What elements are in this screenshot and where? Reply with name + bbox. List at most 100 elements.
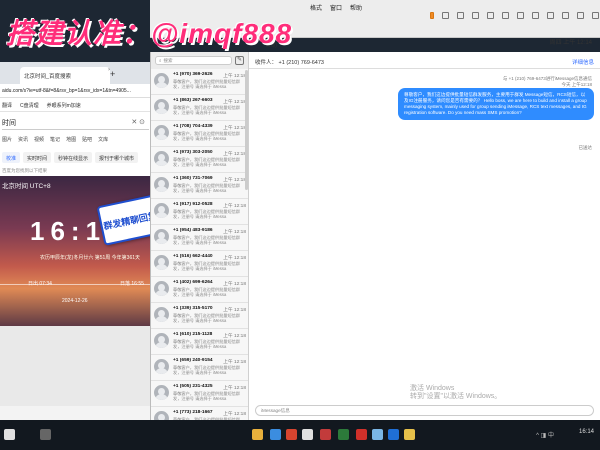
time-card-date: 2024-12-26 (62, 298, 88, 304)
app-icon[interactable] (320, 429, 331, 440)
message-bubble[interactable]: 尊敬客户，我们这边提供批量短信群发服务，主要用于群发 Message短信，RCS… (398, 88, 594, 121)
conversation-item[interactable]: +1 (954) 483-9186 上午 12:18 尊敬客户，我们这边提供批量短信… (151, 225, 248, 251)
app-icon[interactable] (388, 429, 399, 440)
toolbar-icon[interactable] (502, 12, 509, 19)
toolbar-icon[interactable] (487, 12, 494, 19)
conversation-number: +1 (402) 699-6264 (173, 280, 213, 285)
bookmark-item[interactable]: 翻译 (2, 102, 12, 109)
conversation-item[interactable]: +1 (360) 731-7069 上午 12:18 尊敬客户，我们这边提供批量短信… (151, 173, 248, 199)
conversation-number: +1 (973) 303-2050 (173, 150, 213, 155)
toolbar-icon[interactable] (517, 12, 524, 19)
toolbar-icon[interactable] (472, 12, 479, 19)
conversation-body: +1 (863) 267-6603 上午 12:18 尊敬客户，我们这边提供批量短信… (173, 98, 246, 120)
app-icon[interactable] (286, 429, 297, 440)
conversation-body: +1 (516) 662-4440 上午 12:18 尊敬客户，我们这边提供批量短信… (173, 254, 246, 276)
conversation-item[interactable]: +1 (339) 315-5170 上午 12:18 尊敬客户，我们这边提供批量短信… (151, 303, 248, 329)
folder-icon[interactable] (252, 429, 263, 440)
start-icon[interactable] (4, 429, 15, 440)
search-input[interactable]: ⌕ 搜索 (155, 56, 232, 65)
search-clear-icon[interactable]: ✕ ⊙ (131, 118, 145, 126)
sunrise-time: 日出 07:34 (28, 281, 52, 287)
message-input[interactable]: iMessage信息 (255, 405, 594, 416)
conversation-item[interactable]: +1 (973) 303-2050 上午 12:18 尊敬客户，我们这边提供批量短信… (151, 147, 248, 173)
conversation-item[interactable]: +1 (863) 267-6603 上午 12:18 尊敬客户，我们这边提供批量短信… (151, 95, 248, 121)
chat-pane: 收件人： +1 (210) 769-6473 详细信息 与 +1 (210) 7… (249, 52, 600, 420)
filter-news[interactable]: 资讯 (18, 136, 28, 146)
taskbar-clock[interactable]: 16:14 (579, 429, 594, 435)
watermark-text: 搭建认准：@imqf888 (6, 18, 293, 49)
conversation-number: +1 (917) 912-0528 (173, 202, 213, 207)
bookmark-item[interactable]: C盘清理 (20, 102, 39, 109)
conversation-top: +1 (863) 267-6603 上午 12:18 (173, 98, 246, 105)
toolbar-icon[interactable] (547, 12, 554, 19)
details-button[interactable]: 详细信息 (572, 58, 594, 66)
status-clock[interactable]: 周四 上午 12:14 (550, 37, 592, 46)
app-icon[interactable] (270, 429, 281, 440)
conversation-preview: 尊敬客户，我们这边提供批量短信群发，注册号 请选择于 iMessa (173, 209, 241, 220)
menu-item-window[interactable]: 窗口 (330, 3, 342, 12)
chip-city[interactable]: 报刊于哪个城市 (95, 152, 139, 163)
system-tray[interactable]: ^ ◨ 中 (536, 430, 554, 439)
app-icon[interactable] (356, 429, 367, 440)
filter-wenku[interactable]: 文库 (98, 136, 108, 146)
conversation-top: +1 (659) 240-9154 上午 12:18 (173, 358, 246, 365)
new-tab-button[interactable]: + (110, 69, 115, 79)
address-bar[interactable]: aidu.com/s?ie=utf-8&f=8&rsv_bp=1&rsv_idx… (0, 84, 151, 98)
search-input[interactable]: 时间 (2, 118, 149, 130)
conversation-item[interactable]: +1 (659) 240-9154 上午 12:18 尊敬客户，我们这边提供批量短信… (151, 355, 248, 381)
bookmark-item[interactable]: 养眼系列m加速 (47, 102, 81, 109)
search-icon: ⌕ (159, 58, 162, 63)
conversation-body: +1 (339) 315-5170 上午 12:18 尊敬客户，我们这边提供批量短信… (173, 306, 246, 328)
compose-icon[interactable]: ✎ (235, 56, 244, 65)
bookmarks-bar: 翻译 C盘清理 养眼系列m加速 (0, 98, 151, 112)
conversation-item[interactable]: +1 (708) 704-4339 上午 12:18 尊敬客户，我们这边提供批量短信… (151, 121, 248, 147)
app-icon[interactable] (372, 429, 383, 440)
chip-calibrate[interactable]: 校准 (2, 152, 21, 163)
conversation-item[interactable]: +1 (970) 369-2626 上午 12:18 尊敬客户，我们这边提供批量短信… (151, 69, 248, 95)
filter-images[interactable]: 图片 (2, 136, 12, 146)
conversation-top: +1 (973) 303-2050 上午 12:18 (173, 150, 246, 157)
conversation-body: +1 (917) 912-0528 上午 12:18 尊敬客户，我们这边提供批量短信… (173, 202, 246, 224)
chip-seconds[interactable]: 秒钟在线显示 (54, 152, 93, 163)
toolbar-icon[interactable] (562, 12, 569, 19)
conversation-time: 上午 12:18 (223, 230, 246, 235)
conversation-preview: 尊敬客户，我们这边提供批量短信群发，注册号 请选择于 iMessa (173, 365, 241, 376)
conversation-top: +1 (954) 483-9186 上午 12:18 (173, 228, 246, 235)
toolbar-icon[interactable] (577, 12, 584, 19)
filter-notes[interactable]: 笔记 (50, 136, 60, 146)
chat-header: 收件人： +1 (210) 769-6473 详细信息 (249, 52, 600, 69)
menu-item-format[interactable]: 格式 (310, 3, 322, 12)
conversation-time: 上午 12:18 (223, 308, 246, 313)
pause-icon[interactable] (430, 12, 434, 19)
conversation-scrollbar[interactable] (245, 70, 248, 190)
mac-status-bar: 周四 上午 12:14 (550, 37, 592, 46)
conversation-time: 上午 12:18 (223, 126, 246, 131)
conversation-item[interactable]: +1 (773) 218-1667 上午 12:18 尊敬客户，我们这边提供批量短信… (151, 407, 248, 420)
tab-title: 北京时间_百度搜索 (24, 74, 72, 80)
conversation-time: 上午 12:18 (223, 360, 246, 365)
toolbar-icon[interactable] (457, 12, 464, 19)
app-icon[interactable] (338, 429, 349, 440)
browser-tab[interactable]: 北京时间_百度搜索 × (20, 67, 110, 84)
conversation-preview: 尊敬客户，我们这边提供批量短信群发，注册号 请选择于 iMessa (173, 313, 241, 324)
filter-video[interactable]: 视频 (34, 136, 44, 146)
filter-tieba[interactable]: 贴吧 (82, 136, 92, 146)
conversation-item[interactable]: +1 (917) 912-0528 上午 12:18 尊敬客户，我们这边提供批量短信… (151, 199, 248, 225)
avatar (154, 99, 169, 114)
conversation-item[interactable]: +1 (516) 662-4440 上午 12:18 尊敬客户，我们这边提供批量短信… (151, 251, 248, 277)
filter-map[interactable]: 地图 (66, 136, 76, 146)
menu-item-help[interactable]: 帮助 (350, 3, 362, 12)
activation-title: 激活 Windows (410, 385, 455, 392)
task-view-icon[interactable] (40, 429, 51, 440)
conversation-item[interactable]: +1 (505) 231-4325 上午 12:18 尊敬客户，我们这边提供批量短信… (151, 381, 248, 407)
toolbar-icon[interactable] (442, 12, 449, 19)
app-icon[interactable] (302, 429, 313, 440)
toolbar-icon[interactable] (532, 12, 539, 19)
conversation-time: 上午 12:18 (223, 100, 246, 105)
chip-realtime[interactable]: 实时时间 (23, 152, 52, 163)
conversation-item[interactable]: +1 (402) 699-6264 上午 12:18 尊敬客户，我们这边提供批量短信… (151, 277, 248, 303)
app-icon[interactable] (404, 429, 415, 440)
conversation-item[interactable]: +1 (610) 215-1128 上午 12:18 尊敬客户，我们这边提供批量短信… (151, 329, 248, 355)
toolbar-icon[interactable] (592, 12, 599, 19)
recipient-number[interactable]: +1 (210) 769-6473 (279, 60, 324, 66)
